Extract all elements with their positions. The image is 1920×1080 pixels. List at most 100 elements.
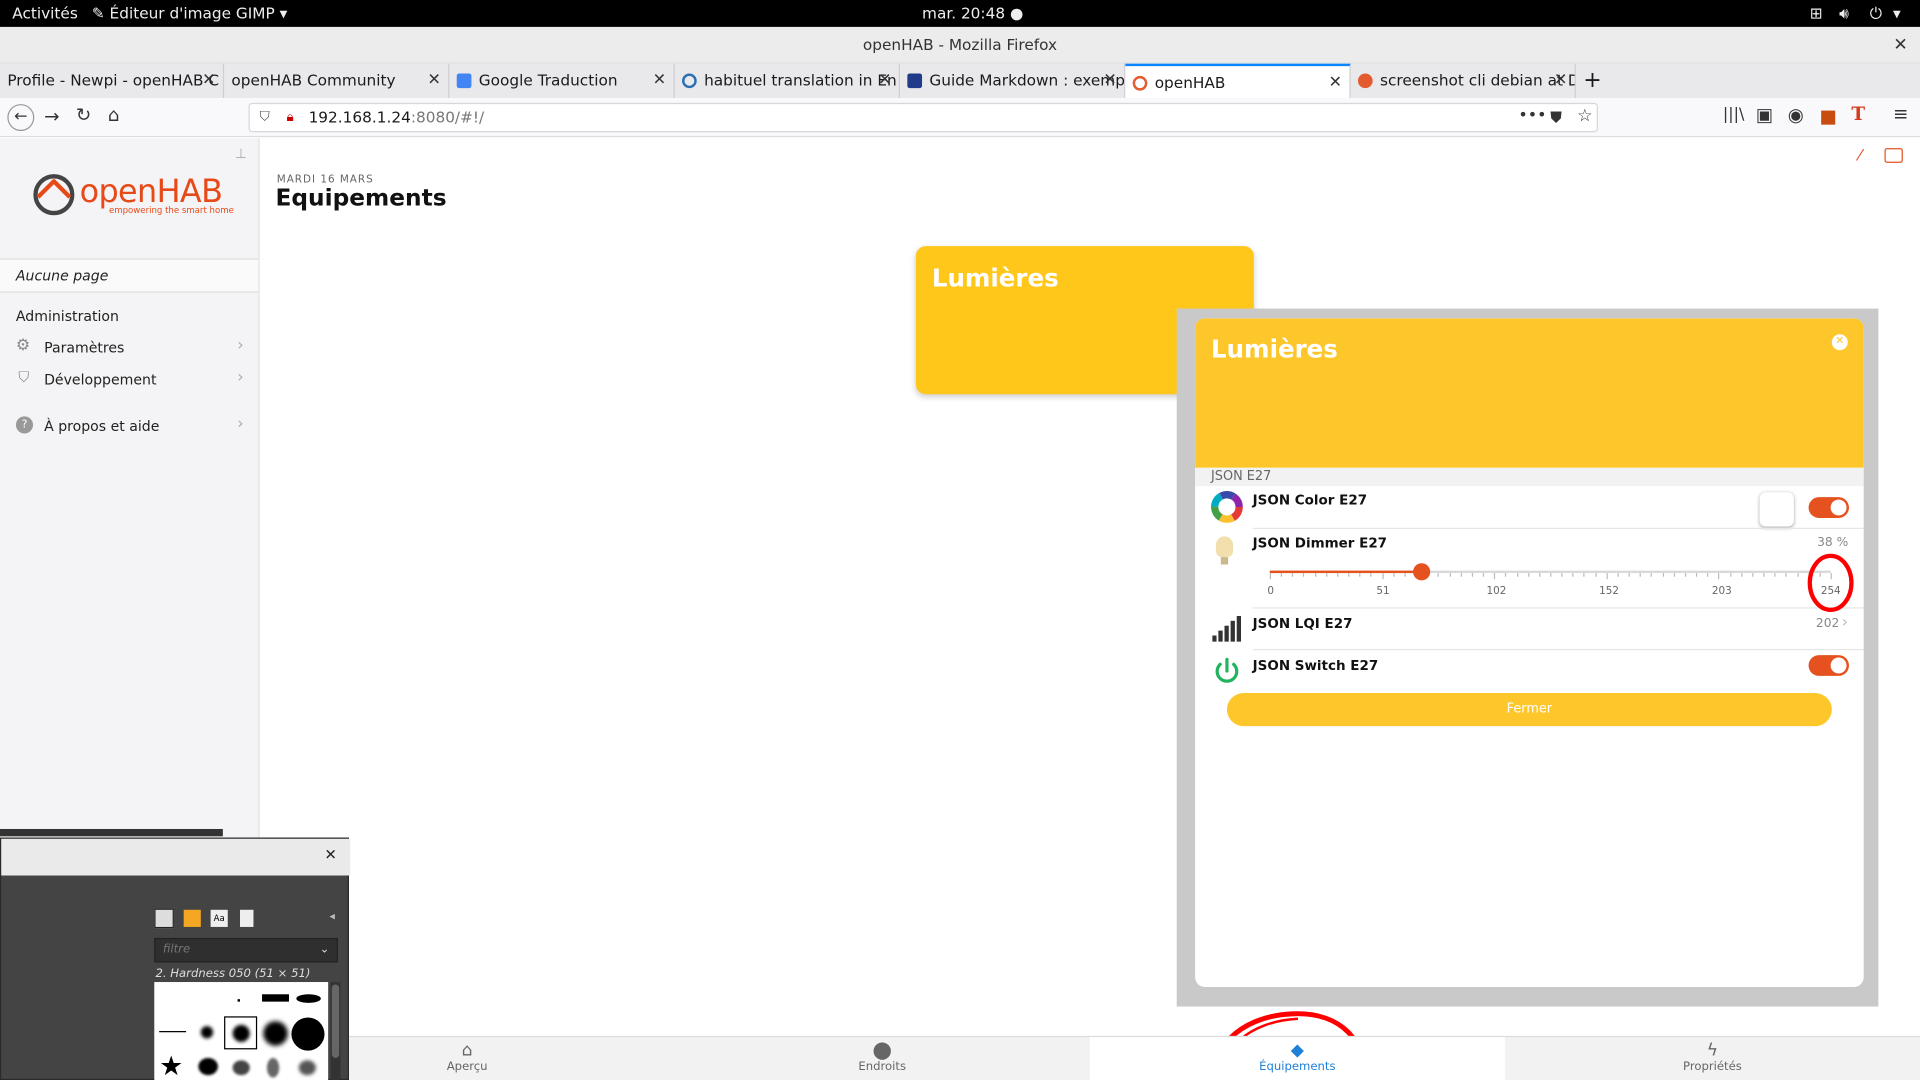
- brush-preview: [232, 1024, 250, 1043]
- scrollbar-thumb[interactable]: [331, 984, 340, 1058]
- close-tab-icon[interactable]: ✕: [1329, 66, 1342, 98]
- lqi-item-row[interactable]: JSON LQI E27 202 ›: [1195, 609, 1864, 649]
- filter-input[interactable]: filtre ⌄: [154, 937, 338, 963]
- patterns-tab-icon[interactable]: [183, 909, 201, 927]
- forward-icon[interactable]: →: [44, 105, 59, 127]
- brush-swatch[interactable]: [262, 994, 289, 1002]
- slider-tick: [1404, 573, 1406, 577]
- sidebar-item-apropos[interactable]: ? À propos et aide ›: [0, 413, 258, 440]
- app-menu[interactable]: ✎ Éditeur d'image GIMP ▾: [92, 4, 287, 22]
- tab-google-translate[interactable]: Google Traduction ✕: [449, 63, 675, 98]
- sidebar-item-parametres[interactable]: ⚙ Paramètres ›: [0, 334, 258, 361]
- sidebar-icon[interactable]: ▣: [1756, 104, 1773, 126]
- volume-icon[interactable]: 🔊︎: [1839, 4, 1849, 24]
- no-page-item[interactable]: Aucune page: [0, 258, 259, 293]
- brush-swatch[interactable]: [296, 994, 321, 1003]
- page-title: Equipements: [275, 184, 447, 212]
- edit-icon[interactable]: ⁄: [1859, 147, 1862, 165]
- color-toggle[interactable]: [1808, 497, 1849, 518]
- shield-icon[interactable]: ⛉: [260, 104, 270, 131]
- brush-swatch[interactable]: [263, 1021, 288, 1046]
- reload-icon[interactable]: ↻: [76, 104, 91, 126]
- switch-toggle[interactable]: [1808, 655, 1849, 676]
- url-bar[interactable]: ⛉ 🔒︎ 192.168.1.24:8080/#!/ ••• ⛊ ☆: [248, 102, 1598, 133]
- tab-screenshot-cli[interactable]: screenshot cli debian at D ✕: [1351, 63, 1576, 98]
- close-tab-icon[interactable]: ✕: [1103, 64, 1116, 98]
- document-tab-icon[interactable]: [240, 909, 254, 927]
- sidebar-item-developpement[interactable]: ⛉ Développement ›: [0, 366, 258, 393]
- fonts-tab-icon[interactable]: Aa: [210, 909, 228, 927]
- tick-label: 152: [1599, 585, 1620, 598]
- hamburger-menu-icon[interactable]: ≡: [1893, 103, 1908, 125]
- tab-openhab-profile[interactable]: Profile - Newpi - openHAB C ✕: [0, 63, 225, 98]
- brush-swatch[interactable]: [232, 1060, 250, 1076]
- gnome-top-bar: Activités ✎ Éditeur d'image GIMP ▾ mar. …: [0, 0, 1920, 27]
- tab-habituel-translation[interactable]: habituel translation in En ✕: [675, 63, 901, 98]
- tab-endroits[interactable]: ⬤ Endroits: [675, 1037, 1090, 1080]
- scrollbar[interactable]: [330, 982, 341, 1080]
- shield-icon: ⛉: [18, 368, 30, 386]
- tab-equipements[interactable]: ◆ Équipements: [1089, 1037, 1505, 1080]
- openhab-logo[interactable]: openHAB empowering the smart home: [31, 171, 234, 222]
- google-translate-icon: [456, 73, 472, 89]
- close-tab-icon[interactable]: ✕: [1554, 64, 1567, 98]
- tab-proprietes[interactable]: ϟ Propriétés: [1505, 1037, 1920, 1080]
- slider-tick: [1774, 573, 1776, 577]
- bookmark-star-icon[interactable]: ☆: [1577, 103, 1592, 130]
- dialog-menu-icon[interactable]: ◂: [329, 911, 335, 923]
- page-actions-icon[interactable]: •••: [1518, 103, 1546, 130]
- switch-item-row[interactable]: JSON Switch E27: [1195, 650, 1864, 689]
- tab-guide-markdown[interactable]: Guide Markdown : exemp ✕: [900, 63, 1126, 98]
- brush-swatch[interactable]: [298, 1060, 316, 1076]
- account-icon[interactable]: ◉: [1788, 104, 1804, 126]
- brush-swatch[interactable]: [266, 1057, 280, 1078]
- tab-openhab-community[interactable]: openHAB Community ✕: [224, 63, 450, 98]
- brush-swatch[interactable]: [291, 1017, 325, 1051]
- equipment-popup: Lumières ✕ JSON E27 JSON Color E27 JSON …: [1195, 318, 1864, 987]
- brush-swatch[interactable]: [198, 1057, 218, 1076]
- tick-label: 203: [1711, 585, 1732, 598]
- close-tab-icon[interactable]: ✕: [653, 64, 666, 98]
- home-icon[interactable]: ⌂: [108, 104, 120, 126]
- activities-button[interactable]: Activités: [12, 4, 78, 22]
- bottom-tab-bar: ⌂ Aperçu ⬤ Endroits ◆ Équipements ϟ Prop…: [259, 1035, 1920, 1080]
- network-icon[interactable]: ⊞: [1810, 4, 1823, 22]
- dimmer-slider[interactable]: [1269, 563, 1832, 581]
- insecure-lock-icon[interactable]: 🔒︎: [287, 104, 294, 131]
- system-menu-chevron-icon[interactable]: ▾: [1893, 4, 1901, 22]
- close-tab-icon[interactable]: ✕: [427, 64, 440, 98]
- app-menu-label: Éditeur d'image GIMP: [109, 3, 275, 23]
- chevron-right-icon: ›: [237, 368, 244, 387]
- close-icon[interactable]: ✕: [1831, 334, 1848, 351]
- brush-swatch[interactable]: [200, 1026, 214, 1039]
- pin-icon[interactable]: ⊥: [235, 146, 247, 162]
- tick-label: 102: [1486, 585, 1507, 598]
- group-label: JSON E27: [1211, 468, 1272, 484]
- extension-icon[interactable]: ■: [1820, 105, 1837, 127]
- window-close-icon[interactable]: ✕: [1893, 27, 1907, 64]
- close-tab-icon[interactable]: ✕: [202, 64, 215, 98]
- brushes-tab-icon[interactable]: [154, 908, 174, 929]
- tab-openhab[interactable]: openHAB ✕: [1125, 63, 1351, 98]
- power-icon[interactable]: ⏻: [1870, 4, 1882, 24]
- pocket-icon[interactable]: ⛊: [1550, 104, 1561, 131]
- back-icon[interactable]: ←: [7, 104, 35, 132]
- close-tab-icon[interactable]: ✕: [878, 64, 891, 98]
- slider-tick: [1729, 573, 1731, 577]
- brush-grid[interactable]: ★: [154, 982, 329, 1080]
- brush-swatch[interactable]: [159, 1031, 187, 1033]
- clock[interactable]: mar. 20:48 ●: [922, 4, 1023, 22]
- power-icon: [1215, 657, 1239, 683]
- color-swatch[interactable]: [1759, 492, 1794, 527]
- fermer-button[interactable]: Fermer: [1226, 693, 1832, 727]
- slider-knob[interactable]: [1412, 563, 1430, 581]
- translate-extension-icon[interactable]: T: [1851, 103, 1865, 125]
- panel-toggle-icon[interactable]: [1884, 148, 1903, 163]
- close-icon[interactable]: ✕: [324, 846, 336, 863]
- color-item-row[interactable]: JSON Color E27: [1195, 486, 1864, 528]
- brush-swatch[interactable]: [237, 999, 241, 1002]
- selected-brush-swatch[interactable]: [224, 1016, 258, 1050]
- star-brush-icon[interactable]: ★: [159, 1052, 183, 1080]
- library-icon[interactable]: |||\: [1723, 105, 1744, 123]
- new-tab-button[interactable]: +: [1576, 64, 1608, 98]
